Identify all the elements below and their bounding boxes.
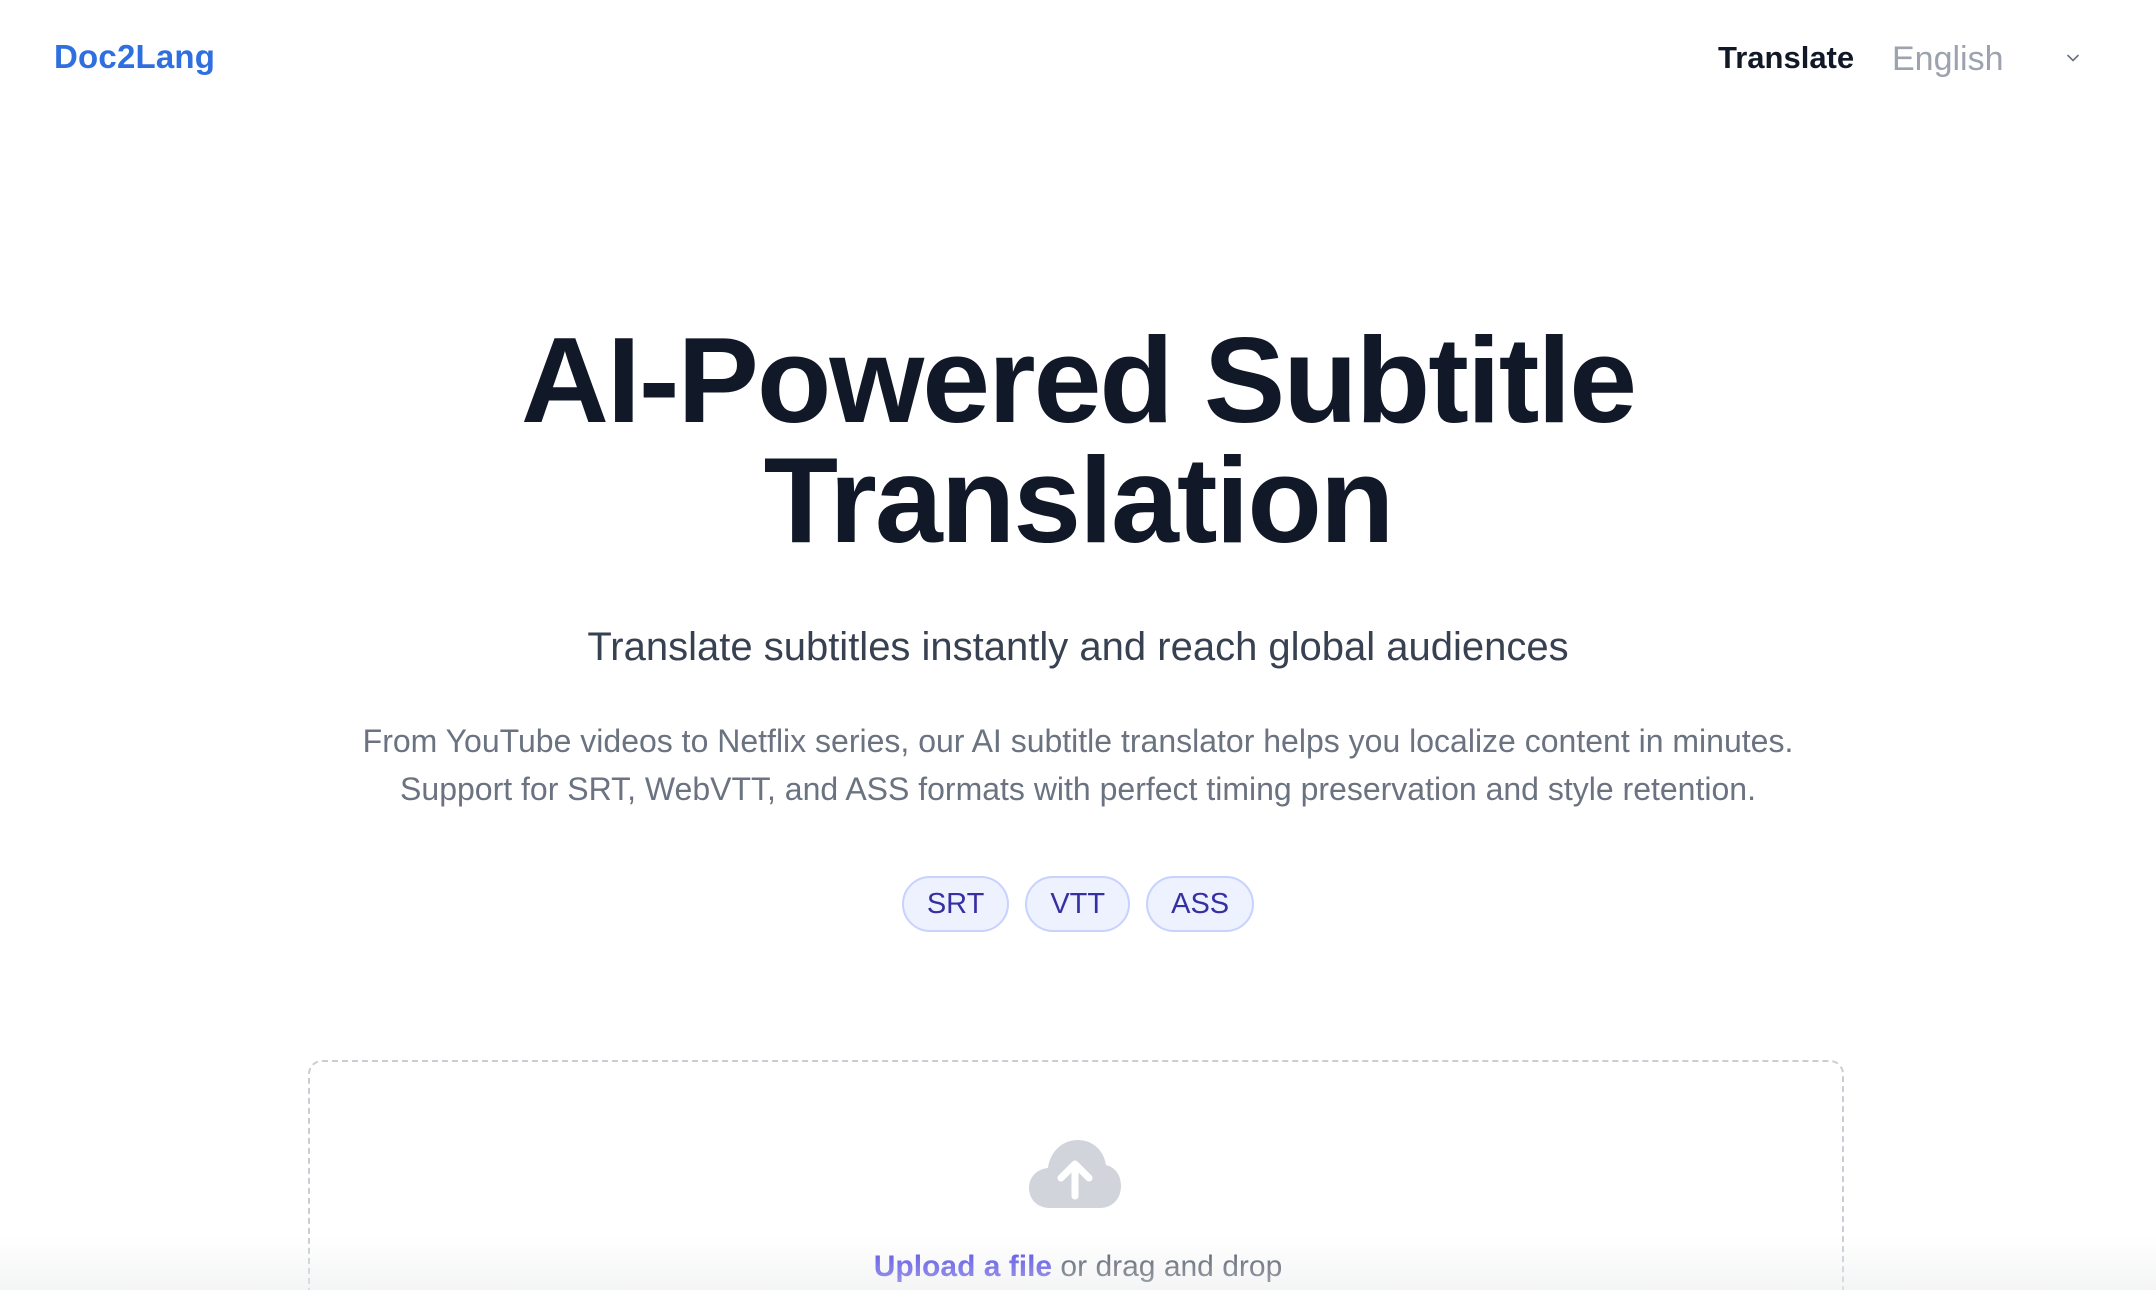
format-chip-vtt: VTT	[1025, 876, 1131, 932]
language-select-value: English	[1892, 40, 2004, 78]
page: Doc2Lang Translate English AI-Powered Su…	[0, 0, 2156, 1290]
upload-prompt: Upload a file or drag and drop	[0, 1250, 2156, 1284]
hero-title-line-1: AI-Powered Subtitle	[520, 312, 1637, 448]
hero-title: AI-Powered Subtitle Translation	[0, 319, 2156, 561]
chevron-down-icon	[2067, 54, 2079, 62]
language-select[interactable]: English	[1880, 30, 2090, 90]
top-nav: Doc2Lang Translate English	[0, 0, 2156, 120]
format-chip-srt: SRT	[901, 876, 1010, 932]
hero-title-line-2: Translation	[763, 432, 1395, 568]
cloud-upload-icon	[1029, 1140, 1121, 1208]
hero-description: From YouTube videos to Netflix series, o…	[278, 717, 1878, 813]
upload-drag-text: or drag and drop	[1052, 1250, 1283, 1283]
upload-file-link[interactable]: Upload a file	[874, 1250, 1052, 1283]
nav-link-translate[interactable]: Translate	[1718, 40, 1854, 76]
logo-link[interactable]: Doc2Lang	[54, 38, 215, 76]
format-chip-ass: ASS	[1146, 876, 1255, 932]
format-chips: SRT VTT ASS	[0, 876, 2156, 932]
hero-subtitle: Translate subtitles instantly and reach …	[587, 625, 1569, 669]
hero-description-line-2: Support for SRT, WebVTT, and ASS formats…	[400, 771, 1756, 807]
hero-description-line-1: From YouTube videos to Netflix series, o…	[362, 723, 1794, 759]
